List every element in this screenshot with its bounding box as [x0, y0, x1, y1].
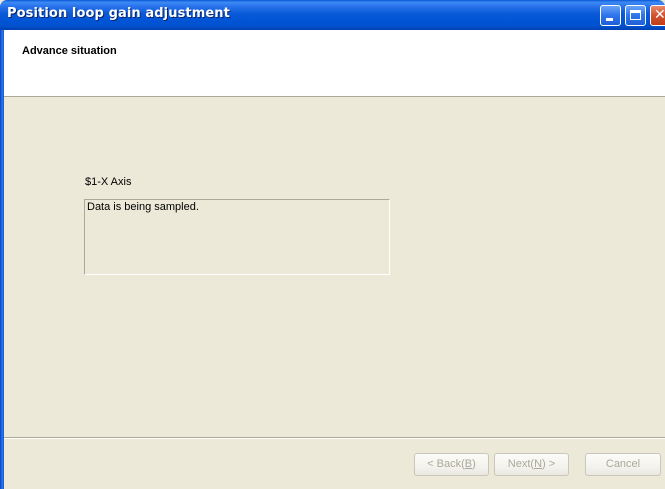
minimize-button[interactable]: [600, 5, 621, 26]
wizard-header: Advance situation: [4, 30, 665, 97]
axis-label: $1-X Axis: [85, 176, 132, 188]
close-icon: ✕: [654, 7, 665, 23]
cancel-button[interactable]: Cancel: [585, 453, 661, 476]
wizard-content: [4, 97, 665, 489]
minimize-icon: [606, 18, 613, 21]
title-bar[interactable]: Position loop gain adjustment ✕: [0, 0, 665, 30]
wizard-window: Position loop gain adjustment ✕ Advance …: [0, 0, 665, 489]
maximize-icon: [630, 10, 641, 20]
status-message: Data is being sampled.: [87, 201, 199, 213]
back-button[interactable]: < Back(B): [414, 453, 489, 476]
close-button[interactable]: ✕: [650, 5, 665, 26]
status-box: Data is being sampled.: [84, 199, 390, 275]
window-title: Position loop gain adjustment: [7, 6, 230, 21]
page-title: Advance situation: [22, 45, 117, 57]
footer-separator: [4, 437, 665, 439]
next-button[interactable]: Next(N) >: [494, 453, 569, 476]
maximize-button[interactable]: [625, 5, 646, 26]
